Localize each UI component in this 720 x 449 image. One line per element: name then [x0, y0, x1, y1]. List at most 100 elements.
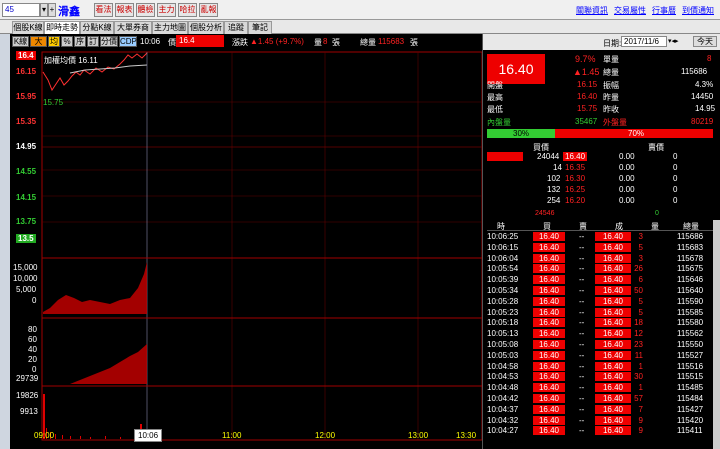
kline-toggle[interactable]: K線 — [12, 36, 29, 47]
intraday-chart-svg — [41, 51, 482, 441]
tick-row[interactable]: 10:04:48 16.40 -- 16.40 1 115485 — [487, 383, 713, 394]
tick-header-ask: 賣 — [579, 222, 587, 231]
price-distribution-toggle[interactable]: 分價 — [100, 36, 118, 47]
view-button[interactable]: 看法 — [94, 3, 113, 17]
tab-track[interactable]: 追蹤 — [224, 21, 248, 34]
tick-deal: 16.40 — [595, 361, 631, 371]
tick-deal: 16.40 — [595, 264, 631, 274]
link-trade-attributes[interactable]: 交易屬性 — [614, 5, 646, 16]
tick-total: 115427 — [677, 404, 704, 414]
tick-row[interactable]: 10:05:28 16.40 -- 16.40 5 115590 — [487, 296, 713, 308]
tab-bar: 個股K線 即時走勢 分點K線 大單券商 主力地圖 個股分析 追蹤 筆記 — [0, 20, 720, 34]
tick-qty: 57 — [634, 393, 643, 403]
tab-main-map[interactable]: 主力地圖 — [152, 21, 188, 34]
vol-axis-2: 20 — [28, 355, 37, 364]
tick-scrollbar[interactable] — [713, 220, 720, 449]
tick-total: 115485 — [677, 383, 704, 393]
tick-total: 115585 — [677, 307, 704, 317]
subscribe-toggle[interactable]: 訂 — [87, 36, 99, 47]
tick-row[interactable]: 10:05:34 16.40 -- 16.40 50 115640 — [487, 285, 713, 297]
tab-big-orders[interactable]: 大單券商 — [114, 21, 152, 34]
percent-toggle[interactable]: % — [61, 36, 73, 47]
cdp-toggle[interactable]: CDP — [119, 36, 137, 47]
vol-axis-1: 0 — [32, 296, 37, 305]
tick-time: 10:04:42 — [487, 393, 519, 403]
tick-header-total: 總量 — [683, 222, 699, 231]
change-label: 漲跌 — [232, 38, 248, 47]
amplitude-value: 4.3% — [695, 80, 714, 89]
tick-qty: 3 — [638, 232, 643, 241]
checkup-button[interactable]: 體檢 — [136, 3, 155, 17]
tick-ask: -- — [579, 361, 585, 371]
left-side-strip — [0, 34, 10, 449]
tick-time: 10:04:48 — [487, 383, 519, 393]
tick-qty: 50 — [634, 285, 643, 295]
quote-panel: 日期: 2017/11/6 ▾◂▸ 今天 16.40 9.7% ▲1.45 單量… — [482, 34, 720, 449]
link-related-info[interactable]: 關聯資訊 — [576, 5, 608, 16]
tab-minute-kline[interactable]: 分點K線 — [80, 21, 114, 34]
ask-price: 0.00 — [619, 196, 635, 205]
time-axis-label: 09:00 — [34, 431, 55, 440]
chart-toolbar: K線 大戶 均 % 序 訂 分價 CDP 10:06 價 16.4 漲跌 ▲1.… — [10, 34, 482, 56]
dropdown-button[interactable]: ▾ — [40, 3, 48, 17]
main-force-button[interactable]: 主力 — [157, 3, 176, 17]
date-label: 日期: — [603, 39, 622, 48]
tick-time: 10:06:04 — [487, 253, 519, 263]
tick-ask: -- — [579, 372, 585, 382]
price-value: 16.4 — [176, 35, 224, 47]
chat-button[interactable]: 哈拉 — [178, 3, 197, 17]
top-toolbar: 45 ▾ + 滑鑫 看法 報表 體檢 主力 哈拉 亂報 關聯資訊 交易屬性 行事… — [0, 0, 720, 20]
ask-qty: 0 — [673, 185, 678, 194]
tick-qty: 23 — [634, 339, 643, 349]
order-toggle[interactable]: 序 — [74, 36, 86, 47]
tick-bid: 16.40 — [533, 372, 565, 382]
low-price-label: 15.75 — [43, 98, 64, 107]
tick-ask: -- — [579, 232, 585, 241]
tick-row[interactable]: 10:04:53 16.40 -- 16.40 30 115515 — [487, 372, 713, 383]
big-holder-toggle[interactable]: 大戶 — [30, 36, 47, 56]
volume-area-1 — [43, 262, 147, 314]
tick-deal: 16.40 — [595, 253, 631, 263]
tick-row[interactable]: 10:06:25 16.40 -- 16.40 3 115686 — [487, 232, 713, 243]
tick-ask: -- — [579, 307, 585, 317]
tick-list[interactable]: 10:06:25 16.40 -- 16.40 3 115686 10:06:15 16.40… — [487, 232, 713, 449]
tick-row[interactable]: 10:06:04 16.40 -- 16.40 3 115678 — [487, 253, 713, 265]
today-button[interactable]: 今天 — [693, 36, 717, 47]
single-volume-value: 8 — [707, 54, 712, 63]
tick-row[interactable]: 10:05:54 16.40 -- 16.40 26 115675 — [487, 264, 713, 275]
open-label: 開盤 — [487, 81, 503, 90]
date-input[interactable]: 2017/11/6 — [621, 36, 667, 47]
tick-row[interactable]: 10:04:42 16.40 -- 16.40 57 115484 — [487, 393, 713, 405]
tick-row[interactable]: 10:05:13 16.40 -- 16.40 12 115562 — [487, 329, 713, 340]
tick-row[interactable]: 10:04:58 16.40 -- 16.40 1 115516 — [487, 361, 713, 373]
date-dropdown-icon[interactable]: ▾◂▸ — [668, 37, 679, 45]
tick-row[interactable]: 10:04:32 16.40 -- 16.40 9 115420 — [487, 415, 713, 427]
intraday-chart-area[interactable]: K線 大戶 均 % 序 訂 分價 CDP 10:06 價 16.4 漲跌 ▲1.… — [10, 34, 482, 449]
tab-kline[interactable]: 個股K線 — [12, 21, 44, 34]
add-button[interactable]: + — [48, 3, 56, 17]
tick-bid: 16.40 — [533, 350, 565, 360]
avg-toggle[interactable]: 均 — [48, 36, 60, 47]
tab-analysis[interactable]: 個股分析 — [188, 21, 224, 34]
tick-qty: 5 — [638, 296, 643, 306]
prev-close-value: 14.95 — [695, 104, 716, 113]
report-button[interactable]: 報表 — [115, 3, 134, 17]
tick-row[interactable]: 10:05:23 16.40 -- 16.40 5 115585 — [487, 307, 713, 319]
tick-row[interactable]: 10:04:37 16.40 -- 16.40 7 115427 — [487, 404, 713, 416]
tick-row[interactable]: 10:05:08 16.40 -- 16.40 23 115550 — [487, 339, 713, 351]
total-volume-value: 115686 — [681, 67, 708, 76]
tick-row[interactable]: 10:05:18 16.40 -- 16.40 18 115580 — [487, 318, 713, 329]
tick-row[interactable]: 10:05:03 16.40 -- 16.40 11 115527 — [487, 350, 713, 362]
link-price-alert[interactable]: 到價通知 — [682, 5, 714, 16]
tab-realtime[interactable]: 即時走勢 — [44, 21, 80, 34]
news-button[interactable]: 亂報 — [199, 3, 218, 17]
tick-total: 115562 — [677, 329, 704, 339]
tick-row[interactable]: 10:05:39 16.40 -- 16.40 6 115646 — [487, 275, 713, 286]
tab-notes[interactable]: 筆記 — [248, 21, 272, 34]
tick-row[interactable]: 10:06:15 16.40 -- 16.40 5 115683 — [487, 242, 713, 254]
tick-row[interactable]: 10:04:27 16.40 -- 16.40 9 115411 — [487, 426, 713, 437]
stock-code-input[interactable]: 45 — [2, 3, 40, 17]
tick-deal: 16.40 — [595, 393, 631, 403]
link-calendar[interactable]: 行事曆 — [652, 5, 676, 16]
tick-deal: 16.40 — [595, 275, 631, 285]
